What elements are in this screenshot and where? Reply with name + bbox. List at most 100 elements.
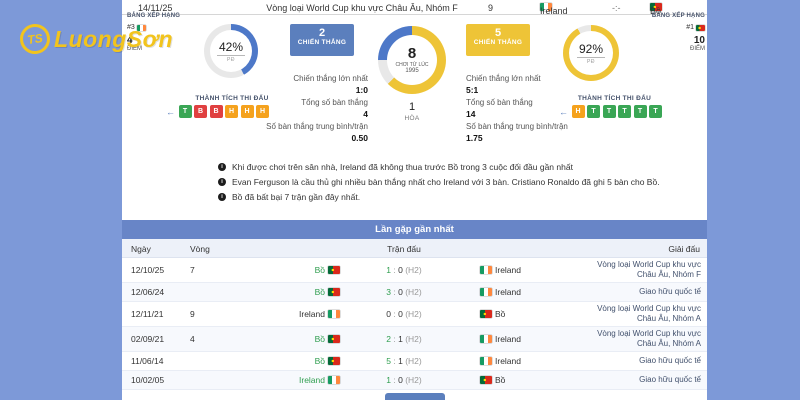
home-team-name: Ireland [299, 309, 325, 319]
fact-item: iKhi được chơi trên sân nhà, Ireland đã … [218, 163, 698, 172]
row-date: 12/10/25 [131, 265, 164, 275]
ireland-flag-icon [480, 288, 492, 296]
halftime-label: (H2) [403, 265, 422, 275]
form-result-draw: H [225, 105, 238, 118]
away-form-percent-sub: PĐ [587, 59, 595, 65]
draws-label: HÒA [378, 115, 446, 122]
table-row: 10/02/05Ireland1 : 0 (H2)BồGiao hữu quốc… [122, 371, 707, 390]
table-row: 02/09/214Bồ2 : 1 (H2)IrelandVòng loại Wo… [122, 327, 707, 352]
stat-label: Số bàn thắng trung bình/trận [466, 122, 582, 132]
ireland-flag-icon [480, 266, 492, 274]
away-team-name: Ireland [495, 265, 521, 275]
home-stats-list: Chiến thắng lớn nhất1:0Tổng số bàn thắng… [262, 74, 368, 146]
row-score: 1 : 0 (H2) [362, 265, 446, 275]
row-home-team: Bồ [232, 356, 340, 366]
home-wins-label: CHIẾN THẮNG [290, 39, 354, 46]
stat-value: 0.50 [262, 133, 368, 143]
stat-label: Số bàn thắng trung bình/trận [262, 122, 368, 132]
column-tournament: Giải đấu [668, 244, 700, 254]
row-away-team: Ireland [480, 287, 521, 297]
home-team-name: Ireland [299, 375, 325, 385]
row-score: 2 : 1 (H2) [362, 334, 446, 344]
table-row: 12/10/257Bồ1 : 0 (H2)IrelandVòng loại Wo… [122, 258, 707, 283]
draws-value: 1 [378, 101, 446, 113]
home-form-donut: 42% PĐ [204, 24, 258, 78]
row-home-team: Ireland [232, 375, 340, 385]
form-result-draw: H [572, 105, 585, 118]
row-tournament: Giao hữu quốc tế [589, 287, 701, 297]
row-score: 0 : 0 (H2) [362, 309, 446, 319]
home-team-name: Bồ [315, 287, 325, 297]
row-tournament: Giao hữu quốc tế [589, 356, 701, 366]
column-date: Ngày [131, 244, 151, 254]
content-panel: 14/11/25 Vòng loại World Cup khu vực Châ… [122, 0, 707, 400]
logo-initials: TS [26, 31, 43, 47]
draws-block: 1 HÒA [378, 101, 446, 122]
row-round: 7 [190, 265, 195, 275]
row-date: 12/06/24 [131, 287, 164, 297]
ireland-flag-icon [480, 335, 492, 343]
away-team-name: Ireland [495, 356, 521, 366]
row-home-team: Bồ [232, 287, 340, 297]
home-form-strip: ←TBBHHH [166, 105, 269, 118]
site-logo[interactable]: TS LuongSơn [20, 24, 173, 54]
away-form-percent: 92% [577, 42, 605, 58]
form-result-win: T [618, 105, 631, 118]
portugal-flag-icon [480, 310, 492, 318]
form-result-win: T [634, 105, 647, 118]
halftime-label: (H2) [403, 356, 422, 366]
info-icon: i [218, 178, 226, 186]
column-match: Trận đấu [362, 244, 446, 254]
form-result-loss: B [194, 105, 207, 118]
row-date: 12/11/21 [131, 309, 163, 319]
away-form-strip: ←HTTTTT [559, 105, 662, 118]
stat-label: Chiến thắng lớn nhất [262, 74, 368, 84]
match-home-team: Ireland [540, 3, 552, 11]
halftime-label: (H2) [403, 334, 422, 344]
stat-value: 1:0 [262, 85, 368, 95]
home-team-name: Bồ [315, 265, 325, 275]
fact-item: iBồ đã bất bại 7 trận gần đây nhất. [218, 193, 698, 202]
portugal-flag-icon [328, 357, 340, 365]
logo-text: LuongSơn [54, 26, 173, 53]
table-header-row: Ngày Vòng Trận đấu Giải đấu [122, 239, 707, 258]
row-away-team: Ireland [480, 334, 521, 344]
portugal-flag-icon [328, 266, 340, 274]
stat-value: 5:1 [466, 85, 582, 95]
row-tournament: Giao hữu quốc tế [589, 375, 701, 385]
row-tournament: Vòng loại World Cup khu vực Châu Âu, Nhó… [589, 304, 701, 324]
home-team-name: Bồ [315, 334, 325, 344]
ireland-flag-icon [328, 376, 340, 384]
row-away-team: Bồ [480, 375, 505, 385]
halftime-label: (H2) [403, 287, 422, 297]
away-team-name: Bồ [495, 309, 505, 319]
fact-text: Khi được chơi trên sân nhà, Ireland đã k… [232, 163, 573, 172]
away-wins-value: 5 [466, 28, 530, 39]
portugal-flag-icon [480, 376, 492, 384]
table-row: 12/06/24Bồ3 : 0 (H2)IrelandGiao hữu quốc… [122, 283, 707, 302]
home-team-name: Ireland [540, 6, 568, 16]
row-away-team: Ireland [480, 265, 521, 275]
row-date: 10/02/05 [131, 375, 164, 385]
match-header: 14/11/25 Vòng loại World Cup khu vực Châ… [122, 0, 707, 15]
away-team-name: Ireland [495, 287, 521, 297]
form-result-draw: H [256, 105, 269, 118]
ireland-flag-icon [328, 310, 340, 318]
home-wins-box: 2 CHIẾN THẮNG [290, 24, 354, 56]
home-ranking-label: BẢNG XẾP HẠNG [127, 12, 185, 21]
row-round: 4 [190, 334, 195, 344]
home-team-name: Bồ [315, 356, 325, 366]
fact-text: Bồ đã bất bại 7 trận gần đây nhất. [232, 193, 360, 202]
row-round: 9 [190, 309, 195, 319]
away-wins-label: CHIẾN THẮNG [466, 39, 530, 46]
row-home-team: Ireland [232, 309, 340, 319]
form-result-draw: H [241, 105, 254, 118]
table-body: 12/10/25 7 Bồ 1 : 0 (H2) Ireland Vòng loại Wo… [122, 258, 707, 390]
row-date: 11/06/14 [131, 356, 163, 366]
form-result-win: T [179, 105, 192, 118]
more-button[interactable] [385, 393, 445, 400]
head-to-head-donut: 8 CHƠI TỪ LÚC 1995 [378, 26, 446, 94]
column-round: Vòng [190, 244, 210, 254]
table-row: 12/11/21 9 Ireland 0 : 0 (H2) Bồ Vòng loại Wo… [122, 302, 707, 327]
home-form-percent: 42% [217, 40, 245, 56]
